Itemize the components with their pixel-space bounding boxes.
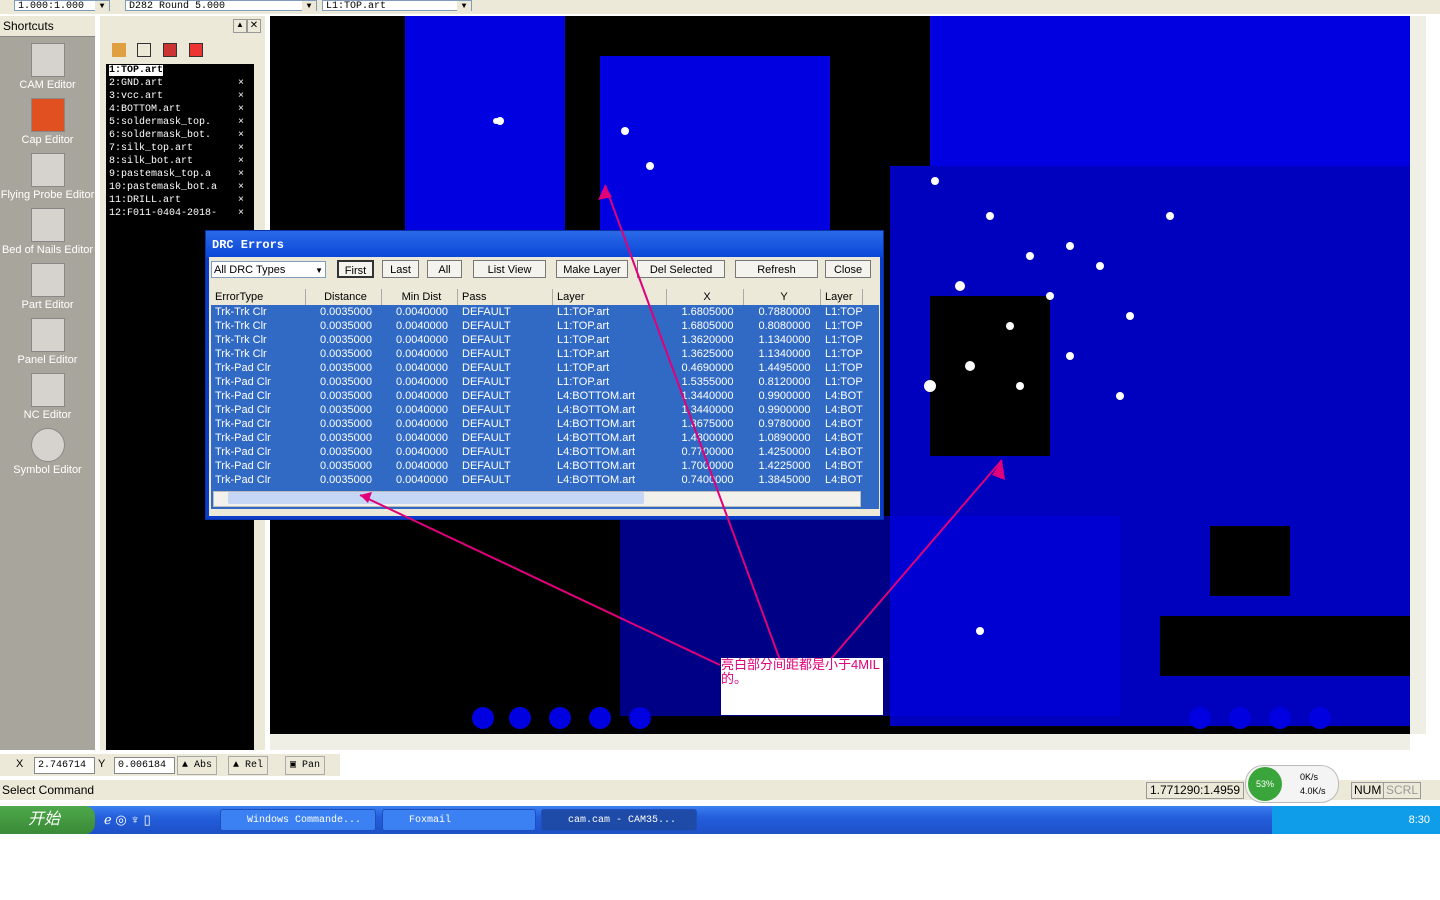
pan-label: Pan xyxy=(302,760,321,771)
browser-icon[interactable]: ◎ xyxy=(115,812,126,827)
system-tray: 8:30 xyxy=(1272,806,1440,834)
x-label: X xyxy=(16,758,24,770)
doc-icon[interactable]: ▯ xyxy=(144,812,151,827)
status-text: Select Command xyxy=(2,783,95,797)
abs-label: Abs xyxy=(194,760,213,771)
y-label: Y xyxy=(98,758,106,770)
rel-label: Rel xyxy=(245,760,264,771)
download-speed: 4.0K/s xyxy=(1300,786,1326,796)
y-coordinate-field[interactable]: 0.006184 xyxy=(114,757,175,774)
x-coordinate-field[interactable]: 2.746714 xyxy=(34,757,95,774)
status-bar: Select Command 1.771290:1.4959 NUM SCRL xyxy=(0,780,1440,800)
rel-button[interactable]: ▲ Rel xyxy=(228,756,269,775)
cursor-position: 1.771290:1.4959 xyxy=(1146,782,1245,799)
upload-speed: 0K/s xyxy=(1300,772,1319,782)
pan-button[interactable]: ▣ Pan xyxy=(285,756,326,775)
scroll-lock-indicator: SCRL xyxy=(1383,782,1422,799)
task-foxmail[interactable]: Foxmail xyxy=(382,809,536,831)
abs-button[interactable]: ▲ Abs xyxy=(177,756,218,775)
coordinate-bar: X 2.746714 Y 0.006184 ▲ Abs ▲ Rel ▣ Pan xyxy=(0,754,340,776)
app-icon[interactable]: ♆ xyxy=(130,812,140,827)
num-lock-indicator: NUM xyxy=(1351,782,1385,799)
start-button[interactable]: 开始 xyxy=(0,806,95,834)
task-windows-commander[interactable]: Windows Commande... xyxy=(220,809,376,831)
task-cam[interactable]: cam.cam - CAM35... xyxy=(541,809,697,831)
quick-launch[interactable]: ℯ ◎ ♆ ▯ xyxy=(104,812,184,828)
clock: 8:30 xyxy=(1408,814,1430,826)
ie-icon[interactable]: ℯ xyxy=(104,812,112,827)
network-monitor: 53% 0K/s 4.0K/s xyxy=(1245,765,1339,803)
taskbar xyxy=(0,806,1440,834)
annotation-note: 亮白部分间距都是小于4MIL的。 xyxy=(721,658,883,715)
cpu-gauge: 53% xyxy=(1248,767,1282,801)
